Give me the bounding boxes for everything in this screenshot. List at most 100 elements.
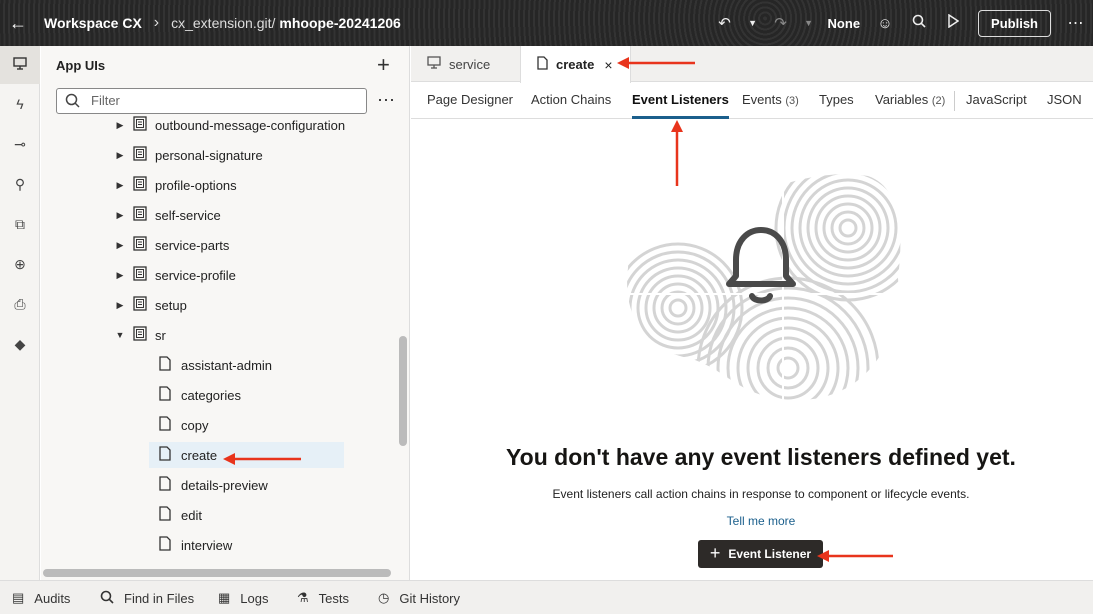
logs-button[interactable]: ▦ Logs <box>218 581 269 614</box>
chevron-right-icon[interactable]: ▶ <box>113 180 127 191</box>
page-icon <box>159 446 177 464</box>
tree-folder[interactable]: ▶ setup <box>113 292 187 318</box>
tell-me-more-link[interactable]: Tell me more <box>411 514 1093 528</box>
tree-folder[interactable]: ▶ service-profile <box>113 262 236 288</box>
page-icon <box>159 536 177 554</box>
chevron-right-icon[interactable]: ▶ <box>113 120 127 131</box>
chevron-right-icon[interactable]: ▶ <box>113 210 127 221</box>
tree-label: setup <box>155 297 187 313</box>
redo-icon[interactable]: ↷ <box>764 14 798 32</box>
tree-page[interactable]: categories <box>153 382 241 408</box>
tab-service[interactable]: service <box>427 46 490 82</box>
chevron-right-icon[interactable]: ▶ <box>113 300 127 311</box>
undo-dropdown-icon[interactable]: ▼ <box>742 18 764 28</box>
empty-state-title: You don't have any event listeners defin… <box>506 444 1016 470</box>
file-tabs: service create × <box>411 46 1093 83</box>
tree-page[interactable]: assistant-admin <box>153 352 272 378</box>
lightning-icon[interactable]: ϟ <box>0 96 40 112</box>
close-icon[interactable]: × <box>604 57 612 73</box>
tree-page[interactable]: copy <box>153 412 208 438</box>
tree-page[interactable]: edit <box>153 502 202 528</box>
page-icon <box>159 506 177 524</box>
tab-label: create <box>556 57 595 72</box>
button-label: Event Listener <box>728 547 812 561</box>
folder-page-icon <box>133 206 151 224</box>
mode-label[interactable]: None <box>828 16 861 31</box>
run-icon[interactable] <box>936 13 970 32</box>
tab-json[interactable]: JSON <box>1047 83 1082 119</box>
puzzle-icon[interactable]: ⧉ <box>0 216 40 233</box>
chevron-right-icon[interactable]: ▶ <box>113 270 127 281</box>
monitor-icon[interactable] <box>0 46 40 84</box>
plug-icon[interactable]: ⚲ <box>0 176 40 193</box>
chevron-right-icon[interactable]: ▶ <box>113 240 127 251</box>
flask-icon: ⚗ <box>297 590 309 605</box>
more-options-icon[interactable]: ⋯ <box>1059 13 1093 33</box>
tree-folder[interactable]: ▶ profile-options <box>113 172 237 198</box>
workspace-title[interactable]: Workspace CX <box>44 15 142 31</box>
tab-event-listeners[interactable]: Event Listeners <box>632 83 729 119</box>
tab-action-chains[interactable]: Action Chains <box>531 83 611 119</box>
repo-name: cx_extension.git/ <box>171 15 276 31</box>
chevron-right-icon[interactable]: ▶ <box>113 150 127 161</box>
tree-folder[interactable]: ▶ service-parts <box>113 232 229 258</box>
annotation-arrow-tab <box>617 57 695 69</box>
add-icon[interactable]: + <box>377 52 390 78</box>
tree-folder[interactable]: ▶ personal-signature <box>113 142 263 168</box>
git-history-button[interactable]: ◷ Git History <box>378 581 460 614</box>
tree-label: service-profile <box>155 267 236 283</box>
scrollbar-thumb[interactable] <box>399 336 407 446</box>
filter-field[interactable] <box>56 88 367 114</box>
annotation-arrow-event-listeners <box>671 120 683 186</box>
tree-folder[interactable]: ▶ outbound-message-configuration <box>113 112 345 138</box>
tree-page[interactable]: details-preview <box>153 472 268 498</box>
search-icon[interactable] <box>902 14 936 32</box>
panel-title: App UIs <box>56 58 106 73</box>
tab-divider <box>954 91 955 111</box>
globe-icon[interactable]: ⊕ <box>0 256 40 273</box>
find-in-files-button[interactable]: Find in Files <box>100 581 194 614</box>
redo-dropdown-icon[interactable]: ▼ <box>798 18 820 28</box>
tab-label: service <box>449 56 491 72</box>
smiley-icon[interactable]: ☺ <box>868 15 902 32</box>
tree-label: categories <box>181 387 241 403</box>
back-arrow-icon[interactable]: ← <box>2 13 34 34</box>
tab-javascript[interactable]: JavaScript <box>966 83 1027 119</box>
folder-page-icon <box>133 236 151 254</box>
tree-label: self-service <box>155 207 221 223</box>
branch-name[interactable]: mhoope-20241206 <box>279 15 400 31</box>
tree-label: assistant-admin <box>181 357 273 373</box>
folder-page-icon <box>133 176 151 194</box>
tab-page-designer[interactable]: Page Designer <box>427 83 513 119</box>
add-event-listener-button[interactable]: + Event Listener <box>698 540 823 568</box>
tab-variables[interactable]: Variables (2) <box>875 83 945 119</box>
app-uis-panel: App UIs + ⋯ ▶ outbound-message-configura… <box>41 46 410 580</box>
tree-horizontal-scrollbar[interactable] <box>43 569 391 577</box>
filter-input[interactable] <box>91 93 351 108</box>
tab-types[interactable]: Types <box>819 83 854 119</box>
audits-button[interactable]: ▤ Audits <box>12 581 70 614</box>
search-icon <box>65 93 80 111</box>
tests-button[interactable]: ⚗ Tests <box>297 581 349 614</box>
app-tree: ▶ outbound-message-configuration ▶ perso… <box>41 112 397 564</box>
publish-button[interactable]: Publish <box>978 9 1051 37</box>
flow-icon[interactable]: ⊸ <box>0 136 40 153</box>
git-icon[interactable]: ◆ <box>0 336 40 353</box>
page-icon <box>159 386 177 404</box>
header-actions: ↶ ▼ ↷ ▼ None ☺ Publish ⋯ <box>708 0 1093 46</box>
folder-page-icon <box>133 116 151 134</box>
tree-folder[interactable]: ▼ sr <box>113 322 166 348</box>
tree-label: edit <box>181 507 202 523</box>
tree-vertical-scrollbar[interactable] <box>398 116 408 566</box>
tree-label: profile-options <box>155 177 237 193</box>
tree-folder[interactable]: ▶ self-service <box>113 202 221 228</box>
tab-events[interactable]: Events (3) <box>742 83 799 119</box>
undo-icon[interactable]: ↶ <box>708 14 742 32</box>
designer-tabs: Page Designer Action Chains Event Listen… <box>411 83 1093 119</box>
more-options-icon[interactable]: ⋯ <box>377 90 396 111</box>
logs-icon: ▦ <box>218 590 231 605</box>
chevron-down-icon[interactable]: ▼ <box>113 330 127 340</box>
document-code-icon[interactable]: ⎙ <box>0 296 40 313</box>
top-header: ← Workspace CX › cx_extension.git/ mhoop… <box>0 0 1093 46</box>
tree-page[interactable]: interview <box>153 532 232 558</box>
